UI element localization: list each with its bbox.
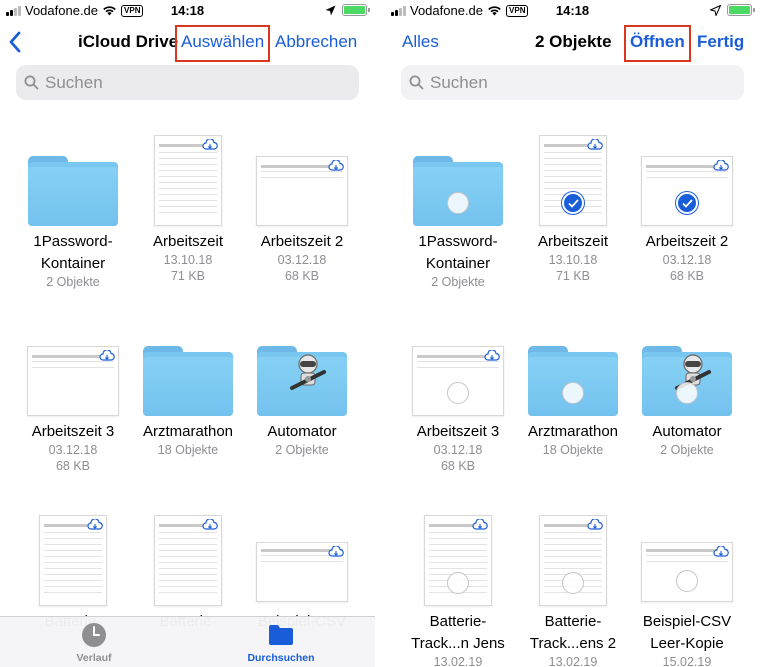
file-item[interactable]: Arbeitszeit 2 03.12.18 68 KB xyxy=(242,130,362,284)
clock-icon xyxy=(82,623,106,647)
cloud-download-icon xyxy=(328,160,344,171)
search-field[interactable]: Suchen xyxy=(401,65,744,100)
spreadsheet-thumbnail xyxy=(256,542,348,602)
cloud-download-icon xyxy=(328,546,344,557)
cloud-download-icon xyxy=(484,350,500,361)
cloud-download-icon xyxy=(587,519,603,530)
file-item[interactable]: Arbeitszeit 2 03.12.18 68 KB xyxy=(627,130,747,284)
selection-circle[interactable] xyxy=(447,572,469,594)
file-item[interactable]: Batterie- xyxy=(13,510,133,632)
select-all-button[interactable]: Alles xyxy=(402,32,439,52)
select-button[interactable]: Auswählen xyxy=(181,32,264,52)
back-chevron-icon[interactable] xyxy=(6,30,26,54)
checkmark-icon xyxy=(682,199,693,208)
cloud-download-icon xyxy=(202,139,218,150)
folder-item[interactable]: Arztmarathon 18 Objekte xyxy=(513,320,633,458)
selection-circle[interactable] xyxy=(562,572,584,594)
file-item[interactable]: Arbeitszeit 13.10.18 71 KB xyxy=(513,130,633,284)
folder-item[interactable]: 1Password- Kontainer 2 Objekte xyxy=(13,130,133,290)
file-item[interactable]: Arbeitszeit 13.10.18 71 KB xyxy=(128,130,248,284)
location-arrow-icon xyxy=(325,5,336,15)
status-bar: Vodafone.de VPN 14:18 xyxy=(385,0,760,22)
open-button[interactable]: Öffnen xyxy=(630,32,685,52)
file-item[interactable]: Batterie- Track...ens 2 13.02.19 xyxy=(513,510,633,667)
selection-circle[interactable] xyxy=(447,382,469,404)
cloud-download-icon xyxy=(713,546,729,557)
file-item[interactable]: Arbeitszeit 3 03.12.18 68 KB xyxy=(398,320,518,474)
spreadsheet-thumbnail xyxy=(154,135,222,226)
cloud-download-icon xyxy=(472,519,488,530)
cloud-download-icon xyxy=(713,160,729,171)
folder-item[interactable]: Arztmarathon 18 Objekte xyxy=(128,320,248,458)
spreadsheet-thumbnail xyxy=(641,156,733,226)
location-arrow-icon xyxy=(710,4,721,16)
done-button[interactable]: Fertig xyxy=(697,32,744,52)
folder-icon xyxy=(143,346,233,416)
folder-icon xyxy=(528,346,618,416)
selection-circle[interactable] xyxy=(676,382,698,404)
file-item[interactable]: Batterie- xyxy=(128,510,248,632)
search-placeholder: Suchen xyxy=(430,72,488,92)
spreadsheet-thumbnail xyxy=(256,156,348,226)
selection-circle[interactable] xyxy=(562,382,584,404)
tab-bar: Verlauf Durchsuchen xyxy=(0,616,375,667)
search-icon xyxy=(24,75,39,90)
left-screen: Vodafone.de VPN 14:18 iCloud Drive Auswä… xyxy=(0,0,375,667)
spreadsheet-thumbnail xyxy=(27,346,119,416)
page-title: iCloud Drive xyxy=(78,32,179,51)
selection-circle[interactable] xyxy=(447,192,469,214)
cloud-download-icon xyxy=(587,139,603,150)
navigation-bar: iCloud Drive Auswählen Abbrechen xyxy=(0,22,375,64)
tab-recents[interactable]: Verlauf xyxy=(44,621,144,664)
search-icon xyxy=(409,75,424,90)
folder-item[interactable]: Automator 2 Objekte xyxy=(627,320,747,458)
file-item[interactable]: Batterie- Track...n Jens 13.02.19 xyxy=(398,510,518,667)
file-item[interactable]: Arbeitszeit 3 03.12.18 68 KB xyxy=(13,320,133,474)
right-screen: Vodafone.de VPN 14:18 Alles 2 Objekte Öf… xyxy=(385,0,760,667)
battery-icon xyxy=(342,4,370,16)
folder-item[interactable]: 1Password- Kontainer 2 Objekte xyxy=(398,130,518,290)
status-time: 14:18 xyxy=(555,3,590,18)
battery-icon xyxy=(727,4,755,16)
tab-browse[interactable]: Durchsuchen xyxy=(231,621,331,664)
automator-robot-icon xyxy=(290,354,326,390)
cloud-download-icon xyxy=(202,519,218,530)
checkmark-icon xyxy=(568,199,579,208)
search-field[interactable]: Suchen xyxy=(16,65,359,100)
spreadsheet-thumbnail xyxy=(154,515,222,606)
file-item[interactable]: Beispiel-CSV Leer-Kopie 15.02.19 xyxy=(627,510,747,667)
folder-icon xyxy=(413,156,503,226)
navigation-bar: Alles 2 Objekte Öffnen Fertig xyxy=(385,22,760,64)
search-placeholder: Suchen xyxy=(45,72,103,92)
folder-item[interactable]: Automator 2 Objekte xyxy=(242,320,362,458)
page-title: 2 Objekte xyxy=(535,32,612,51)
folder-icon xyxy=(28,156,118,226)
cancel-button[interactable]: Abbrechen xyxy=(275,32,357,52)
spreadsheet-thumbnail xyxy=(412,346,504,416)
selection-circle[interactable] xyxy=(676,570,698,592)
status-bar: Vodafone.de VPN 14:18 xyxy=(0,0,375,22)
cloud-download-icon xyxy=(99,350,115,361)
status-time: 14:18 xyxy=(170,3,205,18)
spreadsheet-thumbnail xyxy=(39,515,107,606)
selection-checkmark[interactable] xyxy=(562,192,584,214)
file-item[interactable]: Beispiel-CSV xyxy=(242,510,362,632)
cloud-download-icon xyxy=(87,519,103,530)
selection-checkmark[interactable] xyxy=(676,192,698,214)
folder-fill-icon xyxy=(269,625,293,645)
